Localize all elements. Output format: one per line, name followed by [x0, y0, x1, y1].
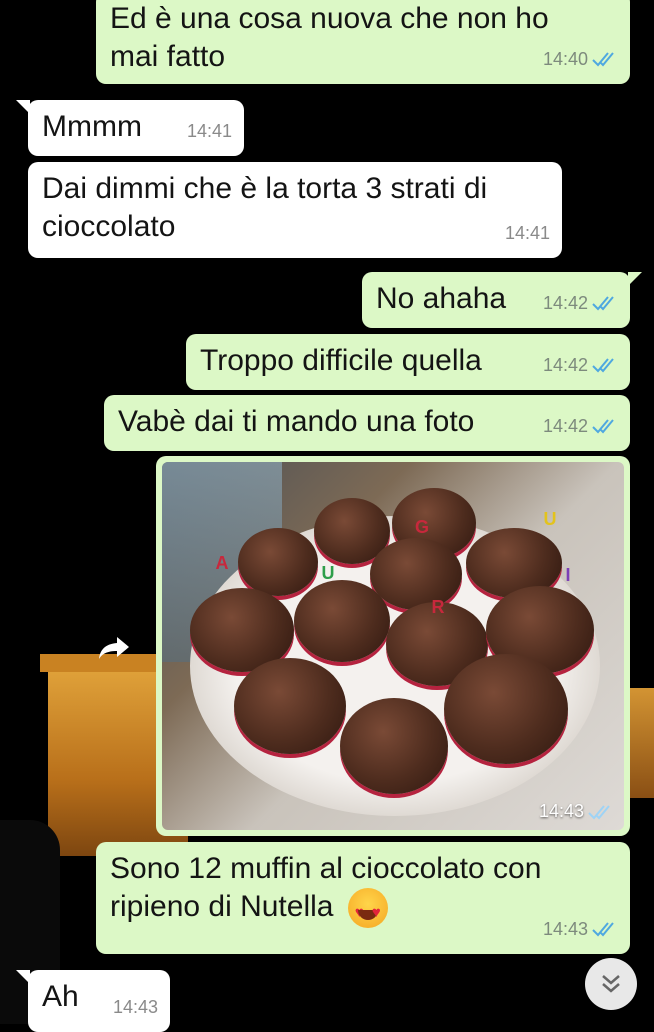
- scroll-to-bottom-button[interactable]: [585, 958, 637, 1010]
- muffins-photo[interactable]: A U G U R I 14:43: [162, 462, 624, 830]
- message-time: 14:43: [112, 997, 158, 1017]
- message-text-line: cioccolato: [42, 210, 176, 243]
- message-meta: 14:43: [539, 801, 614, 822]
- message-meta: 14:40: [543, 40, 618, 78]
- message-bubble-outgoing[interactable]: Troppo difficile quella 14:42: [186, 334, 630, 390]
- message-time: 14:41: [186, 121, 232, 141]
- message-time: 14:41: [504, 223, 550, 243]
- message-time: 14:43: [538, 801, 584, 821]
- message-text-line: Sono 12 muffin al cioccolato con: [110, 852, 542, 885]
- message-meta: 14:42: [543, 284, 618, 322]
- double-check-icon: [592, 52, 614, 67]
- muffin: [340, 698, 448, 794]
- muffin: [370, 538, 462, 610]
- forward-icon: [99, 637, 129, 659]
- candle-letter: A: [215, 552, 229, 573]
- message-bubble-outgoing[interactable]: Sono 12 muffin al cioccolato con ripieno…: [96, 842, 630, 954]
- photo-message-bubble[interactable]: A U G U R I 14:43: [156, 456, 630, 836]
- message-meta: 14:43: [113, 988, 158, 1026]
- message-time: 14:42: [542, 416, 588, 436]
- message-meta: 14:42: [543, 346, 618, 384]
- candle-letter: U: [321, 562, 335, 583]
- message-bubble-outgoing[interactable]: No ahaha 14:42: [362, 272, 642, 328]
- muffin: [238, 528, 318, 596]
- double-check-icon: [592, 419, 614, 434]
- muffin: [294, 580, 390, 662]
- message-meta: 14:42: [543, 407, 618, 445]
- message-meta: 14:41: [505, 214, 550, 252]
- double-check-icon: [592, 296, 614, 311]
- message-time: 14:43: [542, 919, 588, 939]
- message-text-span: ripieno di Nutella: [110, 890, 334, 923]
- message-text-line: Ed è una cosa nuova che non ho: [110, 2, 549, 35]
- muffin: [444, 654, 568, 764]
- message-time: 14:40: [542, 49, 588, 69]
- heart-eyes-emoji-icon: [347, 888, 388, 932]
- message-meta: 14:41: [187, 112, 232, 150]
- double-check-icon: [592, 922, 614, 937]
- message-time: 14:42: [542, 355, 588, 375]
- message-bubble-outgoing[interactable]: Vabè dai ti mando una foto 14:42: [104, 395, 630, 451]
- message-bubble-incoming[interactable]: Dai dimmi che è la torta 3 strati di cio…: [28, 162, 562, 258]
- candle-letter: G: [415, 516, 430, 537]
- forward-button[interactable]: [92, 630, 136, 666]
- muffin: [234, 658, 346, 754]
- message-text-line: Vabè dai ti mando una foto: [118, 405, 475, 438]
- double-check-icon: [592, 358, 614, 373]
- double-check-icon: [588, 804, 610, 819]
- message-meta: 14:43: [543, 910, 618, 948]
- message-text-line: ripieno di Nutella: [110, 888, 616, 932]
- message-bubble-incoming[interactable]: Ah 14:43: [16, 970, 170, 1032]
- message-text-line: mai fatto: [110, 40, 226, 73]
- candle-letter: U: [543, 508, 557, 529]
- message-time: 14:42: [542, 293, 588, 313]
- double-chevron-down-icon: [602, 975, 620, 993]
- message-bubble-incoming[interactable]: Mmmm 14:41: [16, 100, 244, 156]
- candle-letter: I: [565, 564, 571, 585]
- message-text-line: Dai dimmi che è la torta 3 strati di: [42, 172, 488, 205]
- message-bubble-outgoing[interactable]: Ed è una cosa nuova che non ho mai fatto…: [96, 0, 630, 84]
- candle-letter: R: [431, 596, 445, 617]
